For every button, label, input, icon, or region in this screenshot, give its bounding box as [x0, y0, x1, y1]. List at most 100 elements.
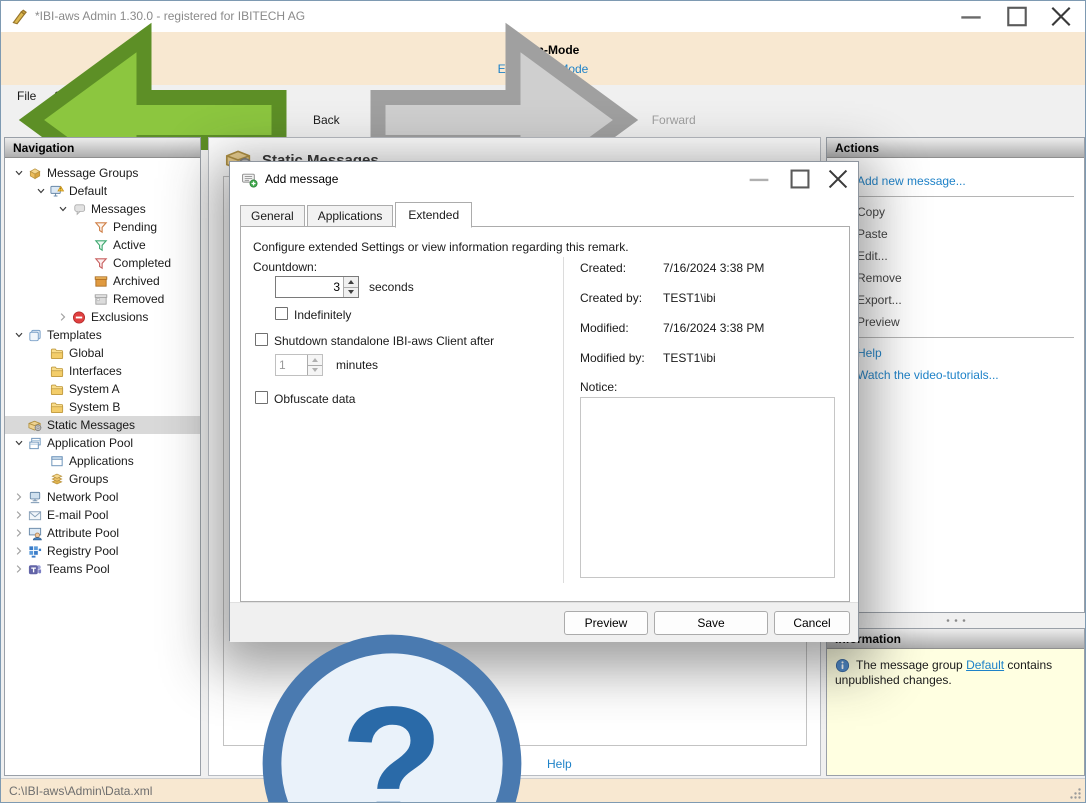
help-icon: ? [242, 614, 542, 802]
chevron-right-icon[interactable] [11, 563, 27, 575]
folder-icon [49, 346, 65, 361]
tree-item-exclusions[interactable]: Exclusions [5, 308, 200, 326]
minimize-button[interactable] [949, 1, 993, 32]
tree-item-default[interactable]: Default [5, 182, 200, 200]
tree-item-applications[interactable]: Applications [5, 452, 200, 470]
tree-item-removed[interactable]: Removed [5, 290, 200, 308]
created-label: Created: [580, 261, 627, 275]
action-remove[interactable]: Remove [857, 267, 1074, 289]
tree-item-teams-pool[interactable]: Teams Pool [5, 560, 200, 578]
indefinitely-checkbox[interactable] [275, 307, 288, 320]
tree-item-archived[interactable]: Archived [5, 272, 200, 290]
dialog-maximize-button[interactable] [783, 164, 817, 194]
action-help[interactable]: Help [857, 342, 1074, 364]
chevron-right-icon[interactable] [11, 491, 27, 503]
indefinitely-label: Indefinitely [294, 308, 352, 322]
action-export[interactable]: Export... [857, 289, 1074, 311]
message-group-warning-icon [49, 184, 65, 199]
navigation-panel: Navigation Message Groups Default Messag… [4, 137, 201, 776]
tree-item-application-pool[interactable]: Application Pool [5, 434, 200, 452]
separator [857, 196, 1074, 197]
action-watch-tutorials[interactable]: Watch the video-tutorials... [857, 364, 1074, 386]
navigation-tree: Message Groups Default Messages Pending [5, 158, 200, 578]
panel-splitter[interactable] [826, 613, 1085, 628]
tree-item-registry-pool[interactable]: Registry Pool [5, 542, 200, 560]
tree-item-network-pool[interactable]: Network Pool [5, 488, 200, 506]
tree-item-email-pool[interactable]: E-mail Pool [5, 506, 200, 524]
action-edit[interactable]: Edit... [857, 245, 1074, 267]
countdown-down-button[interactable] [344, 286, 358, 297]
default-group-link[interactable]: Default [966, 658, 1004, 672]
chevron-down-icon[interactable] [11, 167, 27, 179]
modified-by-label: Modified by: [580, 351, 645, 365]
tree-label: Groups [69, 472, 109, 486]
tab-general[interactable]: General [240, 205, 305, 227]
preview-button[interactable]: Preview [564, 611, 648, 635]
tree-label: Attribute Pool [47, 526, 120, 540]
action-copy[interactable]: Copy [857, 201, 1074, 223]
dialog-minimize-button[interactable] [742, 164, 776, 194]
notice-textarea[interactable] [580, 397, 835, 578]
shutdown-minutes-spinner [275, 354, 323, 376]
dialog-close-button[interactable] [821, 164, 855, 194]
nav-toolbar: Back Forward [1, 22, 1085, 217]
tree-item-templates[interactable]: Templates [5, 326, 200, 344]
templates-icon [27, 328, 43, 343]
chevron-down-icon[interactable] [33, 185, 49, 197]
info-icon [835, 658, 850, 673]
dialog-help-link[interactable]: ? Help [242, 614, 572, 802]
created-value: 7/16/2024 3:38 PM [663, 261, 765, 275]
tree-item-system-a[interactable]: System A [5, 380, 200, 398]
tree-item-messages[interactable]: Messages [5, 200, 200, 218]
minutes-down-button[interactable] [308, 364, 322, 375]
resize-grip[interactable] [1069, 787, 1082, 800]
minutes-up-button[interactable] [308, 355, 322, 365]
close-button[interactable] [1039, 1, 1083, 32]
information-text: The message group Default contains unpub… [835, 658, 1053, 687]
tab-description: Configure extended Settings or view info… [253, 240, 629, 254]
tree-item-system-b[interactable]: System B [5, 398, 200, 416]
chevron-down-icon[interactable] [11, 329, 27, 341]
application-pool-icon [27, 436, 43, 451]
obfuscate-data-checkbox[interactable] [255, 391, 268, 404]
action-preview[interactable]: Preview [857, 311, 1074, 333]
dialog-tabs: General Applications Extended [240, 202, 474, 228]
tree-item-groups[interactable]: Groups [5, 470, 200, 488]
action-add-new-message[interactable]: Add new message... [857, 170, 1074, 192]
cancel-button[interactable]: Cancel [774, 611, 850, 635]
tab-applications[interactable]: Applications [306, 205, 394, 227]
tree-label: Global [69, 346, 104, 360]
chevron-right-icon[interactable] [55, 311, 71, 323]
chevron-right-icon[interactable] [11, 545, 27, 557]
chevron-down-icon[interactable] [55, 203, 71, 215]
countdown-up-button[interactable] [344, 277, 358, 287]
chevron-right-icon[interactable] [11, 527, 27, 539]
tree-item-static-messages[interactable]: Static Messages [5, 416, 200, 434]
save-button[interactable]: Save [654, 611, 768, 635]
tree-item-interfaces[interactable]: Interfaces [5, 362, 200, 380]
tree-item-global[interactable]: Global [5, 344, 200, 362]
tree-item-pending[interactable]: Pending [5, 218, 200, 236]
folder-icon [49, 364, 65, 379]
removed-box-icon [93, 292, 109, 307]
tree-item-attribute-pool[interactable]: Attribute Pool [5, 524, 200, 542]
countdown-input[interactable] [276, 277, 343, 297]
action-paste[interactable]: Paste [857, 223, 1074, 245]
tab-extended[interactable]: Extended [395, 202, 473, 228]
tree-item-active[interactable]: Active [5, 236, 200, 254]
maximize-button[interactable] [995, 1, 1039, 32]
tree-item-message-groups[interactable]: Message Groups [5, 164, 200, 182]
tree-label: Templates [47, 328, 102, 342]
tree-label: Active [113, 238, 146, 252]
chevron-down-icon[interactable] [11, 437, 27, 449]
column-divider [563, 257, 564, 583]
network-pool-icon [27, 490, 43, 505]
actions-panel: Actions Add new message... Copy Paste Ed… [826, 137, 1085, 613]
shutdown-minutes-input[interactable] [276, 355, 307, 375]
tree-item-completed[interactable]: Completed [5, 254, 200, 272]
shutdown-client-checkbox[interactable] [255, 333, 268, 346]
chevron-right-icon[interactable] [11, 509, 27, 521]
